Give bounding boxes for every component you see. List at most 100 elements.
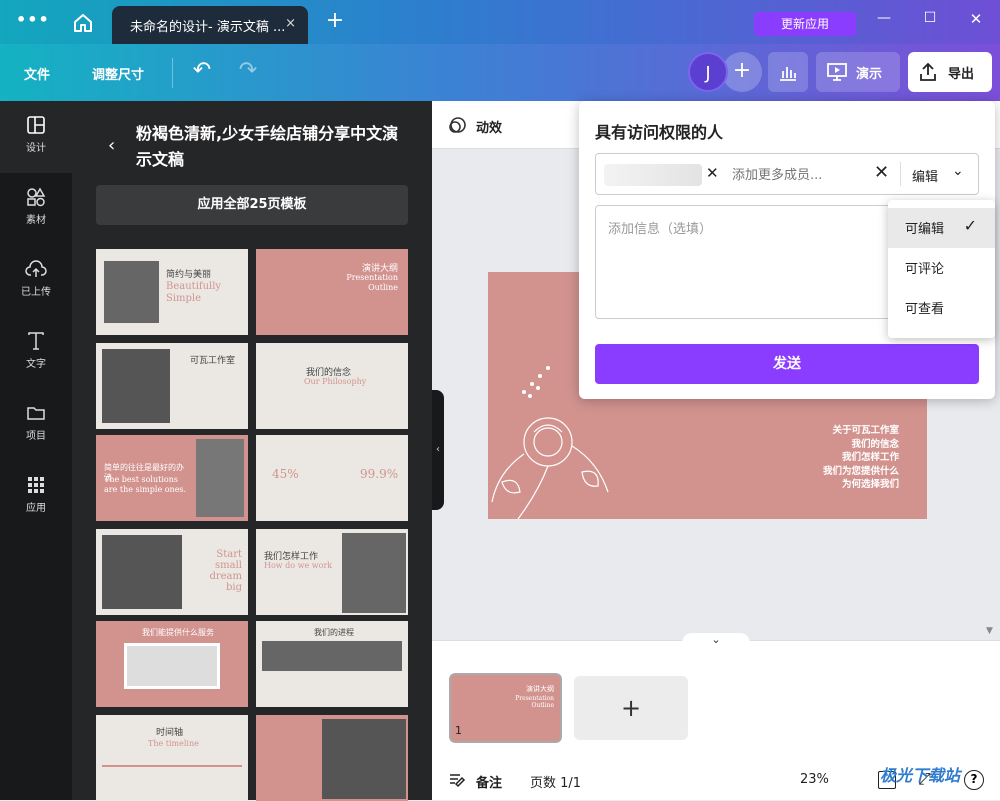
- title-bar: ••• 未命名的设计- 演示文稿 ... × + 更新应用 — ☐ ✕: [0, 0, 1000, 44]
- template-thumb-11[interactable]: 时间轴 The timeline: [96, 715, 248, 801]
- template-thumb-10[interactable]: 我们的进程: [256, 621, 408, 707]
- thumb-title: 简约与美丽: [166, 270, 212, 280]
- watermark-text: 极光下载站: [880, 766, 961, 785]
- thumb-subtitle: Presentation Outline: [346, 273, 398, 292]
- rail-label: 应用: [26, 503, 46, 514]
- thumb-title: 我们的进程: [314, 628, 354, 637]
- undo-icon[interactable]: ↶: [190, 58, 214, 83]
- thumb-stat-right: 99.9%: [360, 467, 399, 481]
- present-button[interactable]: 演示: [816, 52, 900, 92]
- add-person-button[interactable]: +: [722, 52, 762, 92]
- message-field[interactable]: 添加信息（选填）: [595, 205, 895, 319]
- template-thumb-1[interactable]: 简约与美丽 Beautifully Simple: [96, 249, 248, 335]
- file-menu[interactable]: 文件: [24, 64, 50, 83]
- minimize-button[interactable]: —: [872, 10, 896, 26]
- tab-title: 未命名的设计- 演示文稿 ...: [130, 20, 286, 35]
- layout-icon: [0, 115, 72, 139]
- watermark: 极光下载站: [842, 752, 990, 792]
- close-window-button[interactable]: ✕: [964, 10, 988, 28]
- add-members-input[interactable]: [732, 164, 862, 186]
- rail-item-text[interactable]: 文字: [0, 317, 72, 389]
- slide-line: 关于可瓦工作室: [832, 425, 899, 436]
- template-thumb-7[interactable]: Start small dream big: [96, 529, 248, 615]
- dots-decoration: [518, 362, 558, 402]
- rail-item-apps[interactable]: 应用: [0, 461, 72, 533]
- template-thumb-3[interactable]: 可瓦工作室: [96, 343, 248, 429]
- thumb-photo: [104, 261, 159, 323]
- apply-all-button[interactable]: 应用全部25页模板: [96, 185, 408, 225]
- remove-member-icon[interactable]: ✕: [706, 164, 719, 182]
- thumb-title: 时间轴: [156, 728, 184, 738]
- insights-button[interactable]: [768, 52, 808, 92]
- avatar[interactable]: J: [688, 52, 728, 92]
- timeline-line: [102, 765, 242, 767]
- thumb-title: 我们能提供什么服务: [142, 628, 214, 637]
- rail-item-elements[interactable]: 素材: [0, 173, 72, 245]
- permission-option-edit[interactable]: 可编辑 ✓: [888, 208, 995, 248]
- resize-button[interactable]: 调整尺寸: [92, 64, 144, 83]
- rail-item-projects[interactable]: 项目: [0, 389, 72, 461]
- page-thumbnail-1[interactable]: 演讲大纲 Presentation Outline 1: [447, 671, 564, 745]
- export-label: 导出: [948, 67, 975, 82]
- permission-option-comment[interactable]: 可评论: [888, 248, 995, 288]
- animate-label[interactable]: 动效: [476, 117, 502, 136]
- thumb-subtitle: The timeline: [148, 739, 199, 748]
- rail-item-uploads[interactable]: 已上传: [0, 245, 72, 317]
- new-tab-button[interactable]: +: [324, 10, 346, 32]
- slide-line: 我们的信念: [851, 438, 899, 450]
- thumb-stat-left: 45%: [272, 467, 299, 481]
- thumb-subtitle: The best solutions are the simple ones.: [104, 475, 187, 494]
- tab-close-icon[interactable]: ×: [285, 16, 296, 31]
- animate-icon[interactable]: [446, 115, 468, 137]
- page-number: 1: [455, 724, 462, 737]
- back-chevron-icon[interactable]: ‹: [108, 135, 115, 156]
- permission-option-label: 可编辑: [905, 222, 945, 237]
- slide-line: 我们为您提供什么: [822, 465, 899, 477]
- collapse-panel-handle[interactable]: ‹: [432, 390, 444, 510]
- notes-button[interactable]: 备注: [476, 772, 502, 791]
- scroll-down-arrow-icon[interactable]: ▼: [986, 626, 993, 636]
- template-thumb-9[interactable]: 我们能提供什么服务: [96, 621, 248, 707]
- rail-label: 已上传: [21, 287, 51, 298]
- home-icon[interactable]: [72, 12, 96, 34]
- apps-grid-icon: [0, 475, 72, 499]
- add-page-button[interactable]: +: [574, 676, 688, 740]
- chevron-down-icon[interactable]: ⌄: [952, 163, 964, 179]
- template-thumb-2[interactable]: 演讲大纲 Presentation Outline: [256, 249, 408, 335]
- permission-menu: 可编辑 ✓ 可评论 可查看: [888, 200, 995, 338]
- slide-outline-text: 关于可瓦工作室 我们的信念 我们怎样工作 我们为您提供什么 为何选择我们: [823, 424, 899, 492]
- template-panel: ‹ 粉褐色清新,少女手绘店铺分享中文演示文稿 应用全部25页模板 简约与美丽 B…: [72, 101, 432, 801]
- update-app-button[interactable]: 更新应用: [754, 12, 856, 36]
- cloud-upload-icon: [0, 259, 72, 283]
- zoom-level[interactable]: 23%: [800, 772, 829, 787]
- member-chip: [604, 164, 702, 186]
- thumb-photo: [262, 641, 402, 671]
- permission-option-view[interactable]: 可查看: [888, 288, 995, 328]
- shapes-icon: [0, 187, 72, 211]
- slide-line: 我们怎样工作: [841, 452, 899, 463]
- template-thumb-4[interactable]: 我们的信念 Our Philosophy: [256, 343, 408, 429]
- export-button[interactable]: 导出: [908, 52, 992, 92]
- permission-dropdown[interactable]: 编辑: [912, 166, 938, 185]
- chevron-down-icon[interactable]: ⌄: [682, 633, 750, 651]
- folder-icon: [0, 403, 72, 427]
- template-thumb-8[interactable]: 我们怎样工作 How do we work: [256, 529, 408, 615]
- rail-label: 素材: [26, 215, 46, 226]
- redo-icon[interactable]: ↷: [236, 58, 260, 83]
- share-title: 具有访问权限的人: [595, 123, 724, 142]
- thumb-photo: [322, 719, 406, 799]
- rail-item-design[interactable]: 设计: [0, 101, 72, 173]
- template-thumb-12[interactable]: [256, 715, 408, 801]
- document-tab[interactable]: 未命名的设计- 演示文稿 ... ×: [112, 6, 308, 44]
- clear-input-icon[interactable]: ✕: [874, 162, 889, 183]
- thumb-photo: [124, 643, 220, 689]
- maximize-button[interactable]: ☐: [918, 10, 942, 26]
- page-count[interactable]: 页数 1/1: [530, 772, 581, 791]
- template-thumb-6[interactable]: 45% 99.9%: [256, 435, 408, 521]
- send-button[interactable]: 发送: [595, 344, 979, 384]
- template-thumb-5[interactable]: 简单的往往是最好的办法 The best solutions are the s…: [96, 435, 248, 521]
- thumb-title: Start small dream big: [209, 549, 242, 593]
- more-dots-icon[interactable]: •••: [16, 10, 49, 29]
- side-rail: 设计 素材 已上传 文字 项目 应用: [0, 101, 72, 800]
- notes-icon[interactable]: [448, 771, 466, 789]
